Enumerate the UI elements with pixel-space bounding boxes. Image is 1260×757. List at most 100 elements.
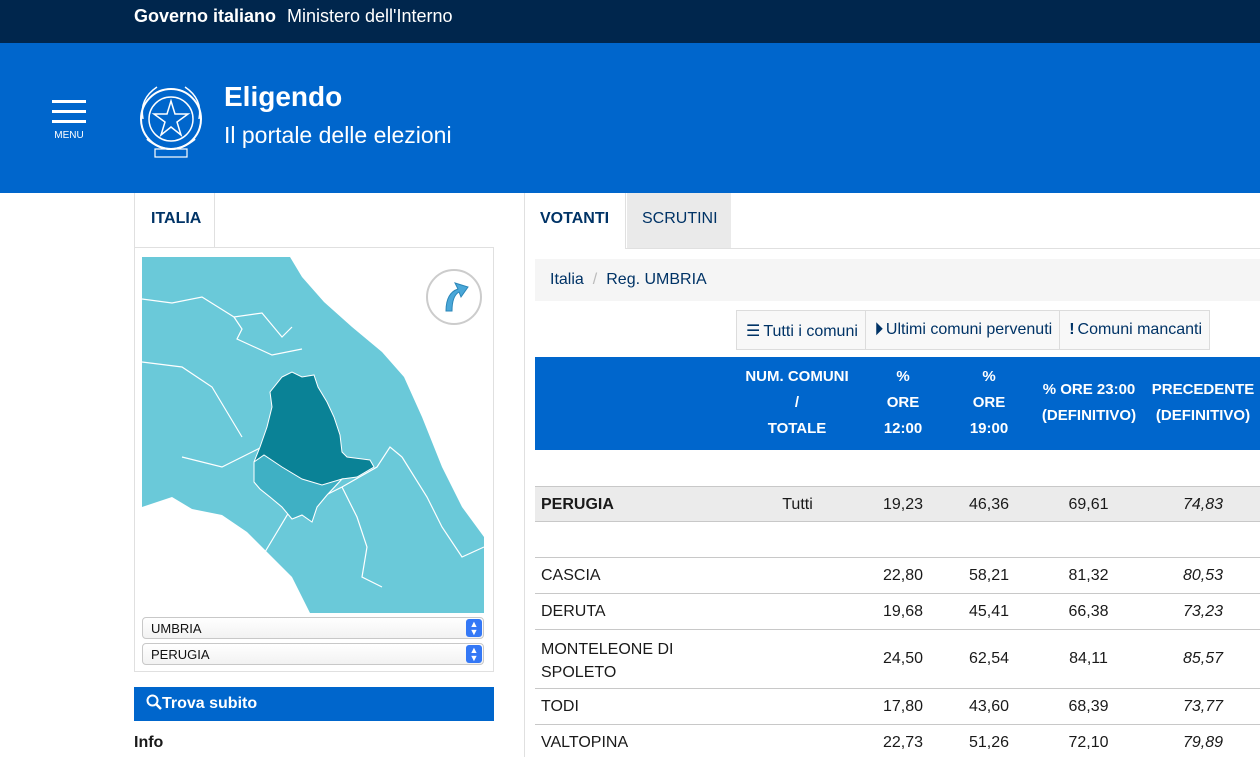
cell-23: 69,61: [1068, 496, 1109, 513]
header-num-line3: TOTALE: [767, 420, 827, 437]
cell-23: 84,11: [1069, 650, 1108, 667]
hamburger-icon-bar: [52, 110, 86, 113]
cell-name[interactable]: CASCIA: [541, 567, 601, 585]
hamburger-icon-bar: [52, 120, 86, 123]
cell-prec: 73,23: [1182, 603, 1224, 620]
cell-name-line1: MONTELEONE DI: [541, 641, 674, 658]
find-now-button[interactable]: Trova subito: [134, 687, 494, 721]
content-border: [524, 249, 525, 757]
header-num-comuni: NUM. COMUNI / TOTALE: [733, 364, 861, 442]
header-12-line1: %: [896, 368, 910, 385]
cell-19: 51,26: [968, 734, 1010, 751]
site-header: MENU Eligendo Il portale delle elezioni: [0, 43, 1260, 193]
header-num-line1: NUM. COMUNI: [745, 368, 849, 385]
zoom-out-up-arrow-icon[interactable]: [424, 267, 484, 327]
cell-12: 19,23: [882, 496, 924, 513]
site-title[interactable]: Eligendo: [224, 81, 342, 113]
missing-municipalities-button[interactable]: ! Comuni mancanti: [1059, 310, 1211, 350]
region-select[interactable]: UMBRIA ▲ ▼: [142, 617, 484, 639]
select-arrows-icon: ▲ ▼: [466, 619, 482, 637]
ministry-link[interactable]: Ministero dell'Interno: [287, 6, 453, 27]
cell-prec: 73,77: [1182, 698, 1224, 715]
list-icon: ☰: [746, 323, 761, 340]
header-19-line3: 19:00: [969, 420, 1009, 437]
missing-municipalities-label: Comuni mancanti: [1077, 321, 1203, 338]
breadcrumb: Italia / Reg. UMBRIA: [535, 259, 1260, 301]
hamburger-icon: [52, 100, 86, 103]
table-row[interactable]: TODI 17,80 43,60 68,39 73,77: [535, 689, 1260, 725]
select-arrows-icon: ▲ ▼: [466, 645, 482, 663]
cell-23: 72,10: [1068, 734, 1109, 751]
province-select[interactable]: PERUGIA ▲ ▼: [142, 643, 484, 665]
header-19-line2: ORE: [972, 394, 1006, 411]
exclamation-icon: !: [1069, 321, 1075, 338]
tab-votanti[interactable]: VOTANTI: [524, 193, 626, 249]
header-23-line2: (DEFINITIVO): [1041, 407, 1137, 424]
cell-name[interactable]: DERUTA: [541, 603, 606, 621]
header-prec-line2: (DEFINITIVO): [1155, 407, 1251, 424]
italian-republic-emblem-icon: [140, 86, 202, 158]
cell-name[interactable]: VALTOPINA: [541, 734, 628, 752]
cell-name-line2: SPOLETO: [541, 664, 617, 681]
header-ore-19: % ORE 19:00: [948, 364, 1030, 442]
site-subtitle: Il portale delle elezioni: [224, 122, 452, 148]
breadcrumb-italia[interactable]: Italia: [550, 271, 584, 288]
table-row[interactable]: VALTOPINA 22,73 51,26 72,10 79,89: [535, 725, 1260, 757]
government-bar: Governo italiano Ministero dell'Interno: [0, 0, 1260, 43]
cell-prec: 85,57: [1182, 650, 1224, 667]
cell-name[interactable]: MONTELEONE DI SPOLETO: [541, 638, 673, 684]
tabs-divider: [524, 248, 1260, 249]
header-12-line3: 12:00: [883, 420, 923, 437]
cell-23: 68,39: [1068, 698, 1109, 715]
table-row-total[interactable]: PERUGIA Tutti 19,23 46,36 69,61 74,83: [535, 486, 1260, 522]
cell-12: 24,50: [882, 650, 924, 667]
cell-num: Tutti: [782, 496, 813, 513]
header-ore-23: % ORE 23:00 (DEFINITIVO): [1034, 377, 1144, 429]
tab-italia[interactable]: ITALIA: [134, 193, 215, 248]
government-link[interactable]: Governo italiano: [134, 6, 276, 27]
region-select-value: UMBRIA: [151, 621, 202, 636]
header-num-line2: /: [794, 394, 800, 411]
all-municipalities-button[interactable]: ☰ Tutti i comuni: [736, 310, 865, 350]
latest-municipalities-button[interactable]: ⏵ Ultimi comuni pervenuti: [864, 310, 1060, 350]
cell-19: 62,54: [968, 650, 1010, 667]
latest-municipalities-label: Ultimi comuni pervenuti: [885, 321, 1053, 338]
cell-19: 58,21: [968, 567, 1010, 584]
action-buttons: ☰ Tutti i comuni ⏵ Ultimi comuni pervenuti…: [736, 310, 1211, 350]
header-prec-line1: PRECEDENTE: [1151, 381, 1255, 398]
table-row[interactable]: MONTELEONE DI SPOLETO 24,50 62,54 84,11 …: [535, 630, 1260, 689]
breadcrumb-current: Reg. UMBRIA: [606, 271, 707, 288]
menu-button[interactable]: MENU: [52, 100, 86, 142]
cell-12: 22,80: [882, 567, 924, 584]
cell-19: 43,60: [968, 698, 1010, 715]
table-row[interactable]: CASCIA 22,80 58,21 81,32 80,53: [535, 558, 1260, 594]
province-select-value: PERUGIA: [151, 647, 210, 662]
cell-12: 17,80: [882, 698, 924, 715]
all-municipalities-label: Tutti i comuni: [763, 323, 858, 340]
cell-12: 19,68: [882, 603, 924, 620]
search-icon: [146, 694, 162, 710]
header-ore-12: % ORE 12:00: [862, 364, 944, 442]
cell-prec: 79,89: [1182, 734, 1224, 751]
tab-scrutini[interactable]: SCRUTINI: [627, 193, 731, 248]
cell-19: 46,36: [968, 496, 1010, 513]
step-forward-icon: ⏵: [874, 321, 883, 338]
table-row[interactable]: DERUTA 19,68 45,41 66,38 73,23: [535, 594, 1260, 630]
header-precedente: PRECEDENTE (DEFINITIVO): [1148, 377, 1258, 429]
table-header: NUM. COMUNI / TOTALE % ORE 12:00 % ORE 1…: [535, 357, 1260, 450]
cell-19: 45,41: [968, 603, 1010, 620]
header-12-line2: ORE: [886, 394, 920, 411]
header-23-line1: % ORE 23:00: [1042, 381, 1136, 398]
info-heading: Info: [134, 734, 164, 751]
table-spacer-row: [535, 522, 1260, 558]
find-now-label: Trova subito: [162, 695, 258, 712]
cell-prec: 80,53: [1182, 567, 1224, 584]
cell-23: 81,32: [1068, 567, 1109, 584]
cell-23: 66,38: [1068, 603, 1109, 620]
cell-prec: 74,83: [1182, 496, 1224, 513]
breadcrumb-separator: /: [592, 271, 598, 288]
header-19-line1: %: [982, 368, 996, 385]
cell-12: 22,73: [882, 734, 924, 751]
cell-name[interactable]: PERUGIA: [541, 496, 614, 514]
cell-name[interactable]: TODI: [541, 698, 579, 716]
